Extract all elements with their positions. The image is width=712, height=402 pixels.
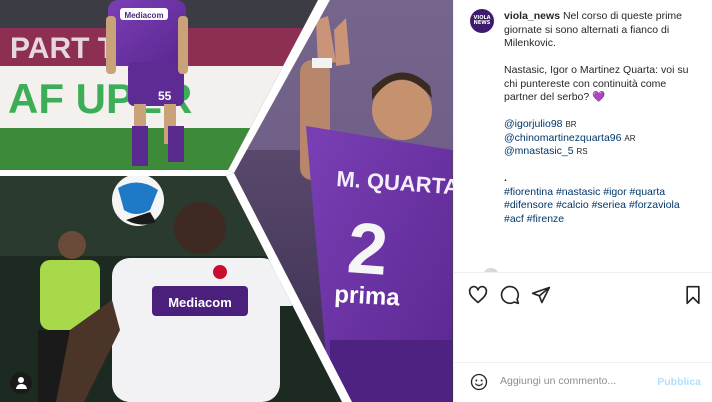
publish-button[interactable]: Pubblica — [657, 376, 701, 388]
avatar[interactable]: VIOLA NEWS — [470, 9, 494, 33]
mention-link[interactable]: @mnastasic_5 — [504, 145, 574, 157]
hashtag-link[interactable]: #calcio — [556, 199, 589, 211]
hashtag-link[interactable]: #igor — [603, 186, 626, 198]
share-icon[interactable] — [531, 285, 551, 305]
comment-input[interactable] — [500, 375, 650, 387]
emoji-icon[interactable] — [470, 373, 488, 391]
hashtag-link[interactable]: #acf — [504, 213, 524, 225]
tagged-users-icon[interactable] — [10, 372, 32, 394]
caption-area: VIOLA NEWS viola_news Nel corso di quest… — [454, 0, 712, 272]
hashtag-link[interactable]: #fiorentina — [504, 186, 553, 198]
comment-composer: Pubblica — [454, 362, 712, 402]
caption-text: viola_news Nel corso di queste prime gio… — [504, 10, 701, 226]
bottom-jersey-sponsor: Mediacom — [168, 295, 232, 310]
instagram-post: PART TO AF UPER Mediacom 55 Mediacom M. … — [0, 0, 712, 402]
jersey-number: 2 — [345, 208, 391, 291]
mention-link[interactable]: @chinomartinezquarta96 — [504, 132, 621, 144]
username-link[interactable]: viola_news — [504, 10, 560, 22]
jersey-sponsor-right: prima — [334, 281, 401, 311]
separator-dot: . — [504, 172, 507, 184]
comment-icon[interactable] — [500, 285, 520, 305]
shorts-number: 55 — [158, 89, 172, 103]
hashtag-link[interactable]: #forzaviola — [629, 199, 680, 211]
jersey-sponsor: Mediacom — [124, 11, 163, 20]
hashtag-link[interactable]: #nastasic — [556, 186, 600, 198]
mention-link[interactable]: @igorjulio98 — [504, 118, 563, 130]
hashtag-link[interactable]: #quarta — [630, 186, 666, 198]
bookmark-icon[interactable] — [683, 285, 703, 305]
post-sidebar: VIOLA NEWS viola_news Nel corso di quest… — [453, 0, 712, 402]
action-bar — [454, 272, 712, 318]
collage-image: PART TO AF UPER Mediacom 55 Mediacom M. … — [0, 0, 453, 402]
argentina-flag-icon: AR — [624, 133, 636, 143]
hashtag-link[interactable]: #seriea — [592, 199, 626, 211]
purple-heart-icon: 💜 — [592, 91, 606, 103]
post-media[interactable]: PART TO AF UPER Mediacom 55 Mediacom M. … — [0, 0, 453, 402]
brazil-flag-icon: BR — [565, 120, 577, 129]
hashtag-link[interactable]: #difensore — [504, 199, 553, 211]
serbia-flag-icon: RS — [576, 147, 588, 156]
heart-icon[interactable] — [468, 285, 488, 305]
hashtag-link[interactable]: #firenze — [527, 213, 564, 225]
